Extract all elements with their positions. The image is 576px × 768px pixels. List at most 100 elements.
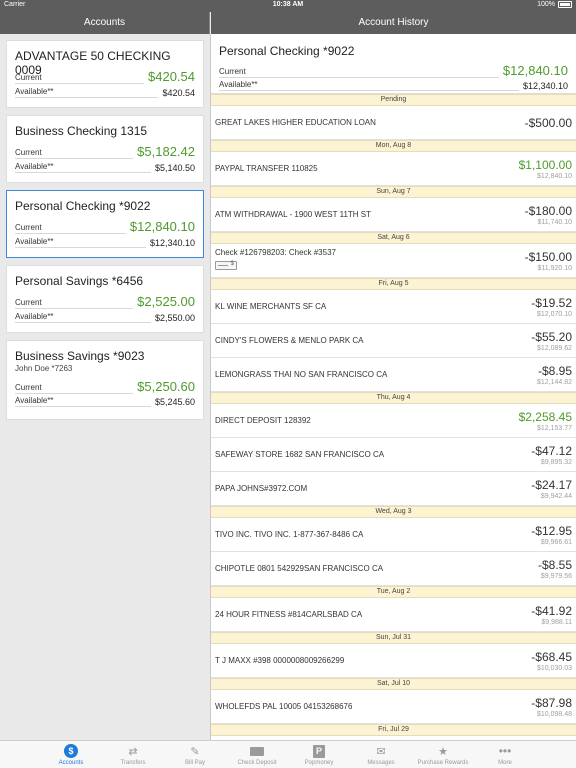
transaction-row[interactable]: GREAT LAKES HIGHER EDUCATION LOAN -$500.… xyxy=(211,106,576,140)
transaction-description: PAPA JOHNS#3972.COM xyxy=(215,484,308,493)
transaction-amount: -$19.52 xyxy=(531,296,572,310)
transaction-amount: $2,258.45 xyxy=(518,410,572,424)
available-label: Available** xyxy=(15,162,151,173)
transaction-amount: -$87.98 xyxy=(531,696,572,710)
tab-check-deposit[interactable]: Check Deposit xyxy=(226,741,288,768)
transaction-row[interactable]: WHOLEFDS PAL 10005 04153268676 -$87.98 $… xyxy=(211,690,576,724)
transaction-description: WHOLEFDS PAL 10005 04153268676 xyxy=(215,702,353,711)
check-image-icon[interactable] xyxy=(215,261,237,270)
popmoney-icon: P xyxy=(312,744,326,758)
date-separator: Wed, Aug 3 xyxy=(211,506,576,518)
account-history-header: Account History xyxy=(211,12,576,34)
transaction-description: T J MAXX #398 0000008009266299 xyxy=(215,656,345,665)
available-label: Available** xyxy=(15,87,159,98)
running-balance: $12,089.62 xyxy=(536,345,572,352)
tab-label: Transfers xyxy=(120,760,146,766)
selected-account-name: Personal Checking *9022 xyxy=(219,44,355,58)
transaction-description: SAFEWAY STORE 1682 SAN FRANCISCO CA xyxy=(215,450,385,459)
tab-messages[interactable]: ✉ Messages xyxy=(350,741,412,768)
date-separator: Tue, Aug 2 xyxy=(211,586,576,598)
transaction-description: PAYPAL TRANSFER 110825 xyxy=(215,164,318,173)
transaction-row[interactable]: KL WINE MERCHANTS SF CA -$19.52 $12,070.… xyxy=(211,290,576,324)
tab-bill-pay[interactable]: ✎ Bill Pay xyxy=(164,741,226,768)
transaction-amount: -$47.12 xyxy=(531,444,572,458)
tab-transfers[interactable]: ⇄ Transfers xyxy=(102,741,164,768)
available-balance: $12,340.10 xyxy=(149,238,195,248)
account-card[interactable]: Personal Savings *6456 Current $2,525.00 … xyxy=(6,265,204,333)
tab-label: Bill Pay xyxy=(184,760,205,766)
transaction-amount: $1,100.00 xyxy=(518,158,572,172)
tab-more[interactable]: ••• More xyxy=(474,741,536,768)
transaction-amount: -$150.00 xyxy=(524,250,572,264)
account-card[interactable]: Business Savings *9023 John Doe *7263 Cu… xyxy=(6,340,204,420)
available-balance: $5,245.60 xyxy=(154,397,195,407)
transaction-row[interactable]: DIRECT DEPOSIT 128392 $2,258.45 $12,153.… xyxy=(211,404,576,438)
transaction-row[interactable]: PAYPAL TRANSFER 110825 $1,100.00 $12,840… xyxy=(211,152,576,186)
transaction-amount: -$41.92 xyxy=(531,604,572,618)
dollar-icon: $ xyxy=(64,744,78,758)
account-card-selected[interactable]: Personal Checking *9022 Current $12,840.1… xyxy=(6,190,204,258)
account-card[interactable]: ADVANTAGE 50 CHECKING 0009 Current $420.5… xyxy=(6,40,204,108)
current-label: Current xyxy=(15,223,126,234)
date-separator: Sun, Jul 31 xyxy=(211,632,576,644)
running-balance: $12,840.10 xyxy=(536,173,572,180)
running-balance: $9,966.61 xyxy=(540,539,572,546)
current-balance: $5,182.42 xyxy=(137,144,195,159)
tab-purchase-rewards[interactable]: ★ Purchase Rewards xyxy=(412,741,474,768)
account-history-title: Account History xyxy=(358,17,429,28)
current-label: Current xyxy=(15,73,144,84)
date-separator: Fri, Jul 29 xyxy=(211,724,576,736)
check-icon xyxy=(250,744,264,758)
transaction-description: CINDY'S FLOWERS & MENLO PARK CA xyxy=(215,336,364,345)
transaction-amount: -$24.17 xyxy=(531,478,572,492)
available-balance: $420.54 xyxy=(162,88,195,98)
accounts-title: Accounts xyxy=(83,17,126,28)
transaction-description: LEMONGRASS THAI NO SAN FRANCISCO CA xyxy=(215,370,388,379)
transaction-row[interactable]: LEMONGRASS THAI NO SAN FRANCISCO CA -$8.… xyxy=(211,358,576,392)
transaction-row[interactable]: CHIPOTLE 0801 542929SAN FRANCISCO CA -$8… xyxy=(211,552,576,586)
date-separator: Sat, Jul 10 xyxy=(211,678,576,690)
running-balance: $12,153.77 xyxy=(536,425,572,432)
transaction-row[interactable]: SAFEWAY STORE 1682 SAN FRANCISCO CA -$47… xyxy=(211,438,576,472)
envelope-icon: ✉ xyxy=(376,745,386,758)
transaction-description: Check #126798203: Check #3537 xyxy=(215,248,336,257)
status-bar: Carrier 10:38 AM 100% xyxy=(0,0,576,12)
tab-label: Purchase Rewards xyxy=(417,760,469,766)
star-icon: ★ xyxy=(438,745,448,758)
tab-accounts[interactable]: $ Accounts xyxy=(40,741,102,768)
tab-label: Messages xyxy=(367,760,395,766)
transaction-description: DIRECT DEPOSIT 128392 xyxy=(215,416,311,425)
transaction-row[interactable]: Check #126798203: Check #3537 -$150.00 $… xyxy=(211,244,576,278)
transaction-description: ATM WITHDRAWAL - 1900 WEST 11TH ST xyxy=(215,210,372,219)
clock: 10:38 AM xyxy=(272,1,304,8)
transaction-row[interactable]: ATM WITHDRAWAL - 1900 WEST 11TH ST -$180… xyxy=(211,198,576,232)
date-separator: Fri, Aug 5 xyxy=(211,278,576,290)
current-label: Current xyxy=(219,67,499,78)
account-card[interactable]: Business Checking 1315 Current $5,182.42 … xyxy=(6,115,204,183)
transaction-row[interactable]: CINDY'S FLOWERS & MENLO PARK CA -$55.20 … xyxy=(211,324,576,358)
available-label: Available** xyxy=(219,80,519,91)
tab-label: Accounts xyxy=(58,760,84,766)
tab-label: Popmoney xyxy=(304,760,334,766)
account-history-pane[interactable]: Personal Checking *9022 Current $12,840.1… xyxy=(211,34,576,740)
battery-percent: 100% xyxy=(537,1,555,8)
tab-popmoney[interactable]: P Popmoney xyxy=(288,741,350,768)
transaction-row[interactable]: T J MAXX #398 0000008009266299 -$68.45 $… xyxy=(211,644,576,678)
running-balance: $10,030.03 xyxy=(536,665,572,672)
running-balance: $9,895.32 xyxy=(540,459,572,466)
transaction-row[interactable]: TIVO INC. TIVO INC. 1-877-367-8486 CA -$… xyxy=(211,518,576,552)
transfer-arrows-icon: ⇄ xyxy=(128,745,138,758)
date-separator: Sat, Aug 6 xyxy=(211,232,576,244)
current-label: Current xyxy=(15,148,134,159)
available-balance: $5,140.50 xyxy=(154,163,195,173)
transaction-amount: -$8.95 xyxy=(537,364,572,378)
bill-icon: ✎ xyxy=(190,745,200,758)
transaction-row[interactable]: PAPA JOHNS#3972.COM -$24.17 $9,942.44 xyxy=(211,472,576,506)
transaction-amount: -$68.45 xyxy=(531,650,572,664)
account-name: Business Savings *9023 xyxy=(15,349,145,363)
available-label: Available** xyxy=(15,237,146,248)
transaction-description: 24 HOUR FITNESS #814CARLSBAD CA xyxy=(215,610,363,619)
selected-account-summary: Personal Checking *9022 Current $12,840.1… xyxy=(211,34,576,94)
transaction-amount: -$500.00 xyxy=(524,116,572,130)
transaction-row[interactable]: 24 HOUR FITNESS #814CARLSBAD CA -$41.92 … xyxy=(211,598,576,632)
